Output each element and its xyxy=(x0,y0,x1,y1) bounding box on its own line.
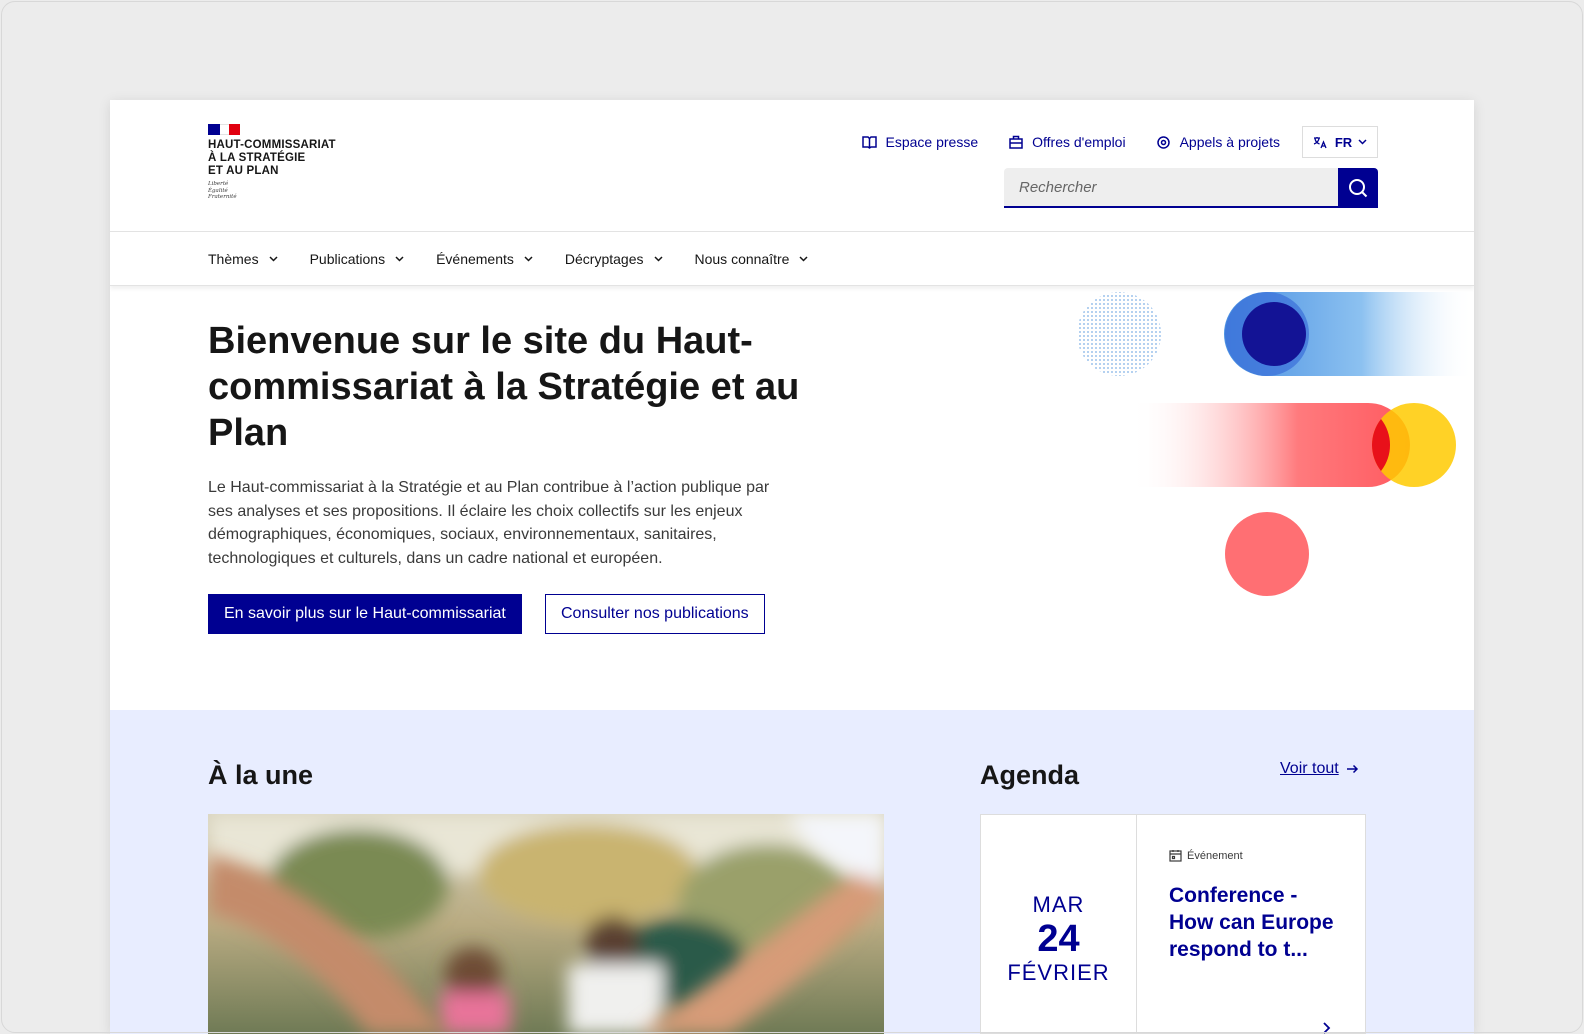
chevron-down-icon xyxy=(524,255,533,262)
chevron-down-icon xyxy=(799,255,808,262)
event-day: 24 xyxy=(1037,918,1080,960)
quick-link-appels-projets[interactable]: Appels à projets xyxy=(1156,134,1280,150)
nav-item-label: Thèmes xyxy=(208,250,259,267)
page: HAUT-COMMISSARIAT À LA STRATÉGIE ET AU P… xyxy=(110,100,1474,1034)
arrow-right-icon xyxy=(1321,1021,1333,1034)
quick-link-offres-emploi[interactable]: Offres d'emploi xyxy=(1008,134,1126,150)
translate-icon xyxy=(1313,136,1327,149)
chevron-down-icon xyxy=(269,255,278,262)
main-nav: Thèmes Publications Événements Décryptag… xyxy=(110,232,1474,286)
nav-item-nous-connaitre[interactable]: Nous connaître xyxy=(695,251,809,267)
agenda-title: Agenda xyxy=(980,760,1080,790)
nav-item-decryptages[interactable]: Décryptages xyxy=(565,251,663,267)
see-all-label: Voir tout xyxy=(1280,760,1339,777)
bottom-section: À la une Agenda Voir tout MAR 24 FÉVRIER… xyxy=(110,710,1474,1034)
hero-illustration xyxy=(1050,286,1474,616)
learn-more-button[interactable]: En savoir plus sur le Haut-commissariat xyxy=(208,594,522,634)
une-featured-image[interactable] xyxy=(208,814,884,1034)
une-title: À la une xyxy=(208,760,314,790)
nav-item-label: Publications xyxy=(309,250,386,267)
red-trail-shape xyxy=(1130,403,1410,487)
nav-item-label: Nous connaître xyxy=(694,250,790,267)
calendar-icon xyxy=(1169,849,1182,862)
chevron-down-icon xyxy=(1358,139,1367,145)
logo-line: HAUT-COMMISSARIAT xyxy=(208,139,336,151)
quick-link-label: Offres d'emploi xyxy=(1032,134,1126,150)
coral-circle-shape xyxy=(1225,512,1309,596)
nav-item-label: Événements xyxy=(436,250,514,267)
chevron-down-icon xyxy=(653,255,663,262)
search-icon xyxy=(1349,179,1368,198)
event-title: Conference - How can Europe respond to t… xyxy=(1169,884,1334,961)
motto-line: Fraternité xyxy=(208,194,237,200)
site-header: HAUT-COMMISSARIAT À LA STRATÉGIE ET AU P… xyxy=(110,100,1474,232)
nav-item-label: Décryptages xyxy=(564,250,644,267)
event-date: MAR 24 FÉVRIER xyxy=(981,815,1137,1033)
quick-link-espace-presse[interactable]: Espace presse xyxy=(862,134,979,150)
see-all-link[interactable]: Voir tout xyxy=(1280,760,1359,778)
quick-link-label: Appels à projets xyxy=(1179,134,1280,150)
event-tag-label: Événement xyxy=(1187,849,1243,862)
language-label: FR xyxy=(1334,134,1353,150)
event-body: Événement Conference - How can Europe re… xyxy=(1137,815,1365,1033)
search-button[interactable] xyxy=(1338,168,1378,208)
hero-description: Le Haut-commissariat à la Stratégie et a… xyxy=(208,479,770,567)
nav-item-themes[interactable]: Thèmes xyxy=(208,251,278,267)
logo-line: À LA STRATÉGIE xyxy=(208,152,306,164)
search-bar xyxy=(1004,168,1378,208)
logo-line: ET AU PLAN xyxy=(208,165,279,177)
briefcase-icon xyxy=(1008,134,1024,150)
quick-links: Espace presse Offres d'emploi Appels à p… xyxy=(832,126,1378,158)
event-day-of-week: MAR xyxy=(1032,892,1085,917)
marianne-flag-icon xyxy=(208,124,240,135)
hero-title: Bienvenue sur le site du Haut-commissari… xyxy=(208,320,800,454)
quick-link-label: Espace presse xyxy=(885,134,979,150)
navy-circle-shape xyxy=(1242,302,1306,366)
event-card[interactable]: MAR 24 FÉVRIER Événement Conference - Ho… xyxy=(980,814,1366,1034)
publications-button[interactable]: Consulter nos publications xyxy=(545,594,765,634)
event-tag: Événement xyxy=(1169,849,1335,862)
eye-icon xyxy=(1156,134,1172,150)
dotted-circle-shape xyxy=(1077,292,1161,376)
logo-name: HAUT-COMMISSARIAT À LA STRATÉGIE ET AU P… xyxy=(208,139,336,178)
nav-item-publications[interactable]: Publications xyxy=(310,251,405,267)
site-logo[interactable]: HAUT-COMMISSARIAT À LA STRATÉGIE ET AU P… xyxy=(208,124,336,201)
language-selector[interactable]: FR xyxy=(1302,126,1378,158)
search-input[interactable] xyxy=(1004,168,1338,208)
logo-motto: Liberté Égalité Fraternité xyxy=(208,181,336,201)
arrow-right-icon xyxy=(1346,764,1359,774)
chevron-down-icon xyxy=(395,255,404,262)
nav-item-evenements[interactable]: Événements xyxy=(436,251,533,267)
book-icon xyxy=(862,134,878,150)
event-month: FÉVRIER xyxy=(1007,960,1110,985)
